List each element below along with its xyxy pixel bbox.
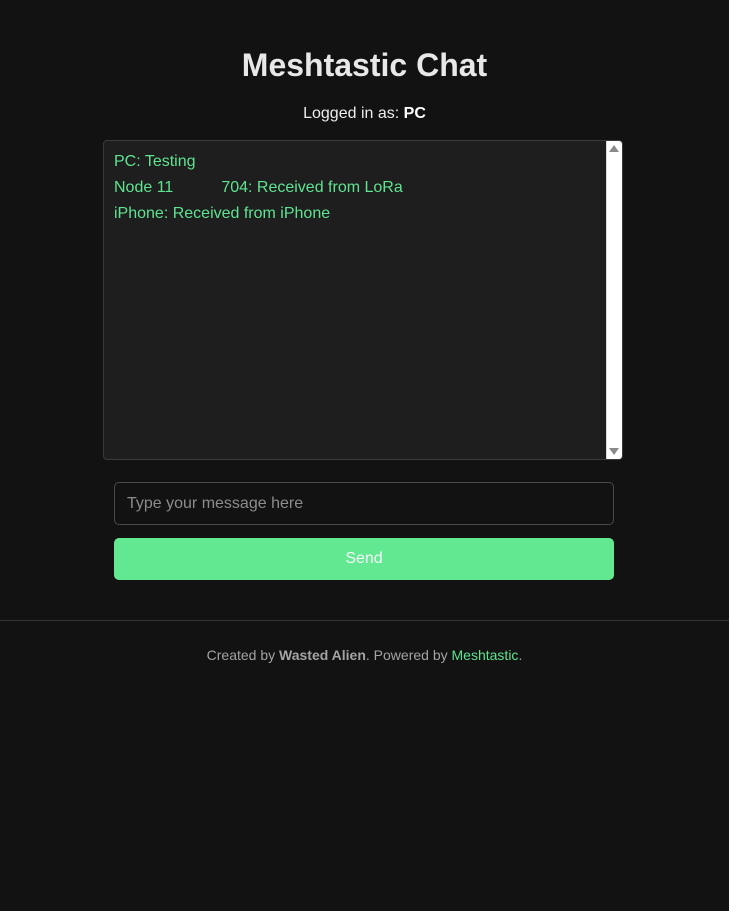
page-title: Meshtastic Chat [241,47,488,83]
footer: Created by Wasted Alien. Powered by Mesh… [0,646,729,664]
username: PC [403,105,426,122]
scroll-up-arrow-icon[interactable] [609,145,619,152]
footer-author: Wasted Alien [279,647,366,663]
message-list: PC: Testing Node 11 704: Received from Lo… [114,149,602,227]
scroll-down-arrow-icon[interactable] [609,448,619,455]
meshtastic-link[interactable]: Meshtastic [452,647,519,663]
footer-created-by: Created by [206,647,276,663]
footer-divider [0,620,729,621]
chat-message: PC: Testing [114,153,196,170]
message-body: 704: Received from LoRa [221,179,403,196]
login-prefix: Logged in as: [303,105,400,122]
redacted-block [173,179,222,195]
footer-powered-by: . Powered by [365,647,448,663]
message-sender-prefix: Node 11 [114,179,174,196]
chat-message: iPhone: Received from iPhone [114,205,331,222]
login-status: Logged in as: PC [0,104,729,124]
chat-scrollbar[interactable] [606,141,622,459]
chat-log[interactable]: PC: Testing Node 11 704: Received from Lo… [103,140,623,460]
chat-message: Node 11 704: Received from LoRa [114,175,602,201]
footer-suffix: . [518,647,523,663]
send-button[interactable]: Send [114,538,614,580]
message-input[interactable] [114,482,614,525]
